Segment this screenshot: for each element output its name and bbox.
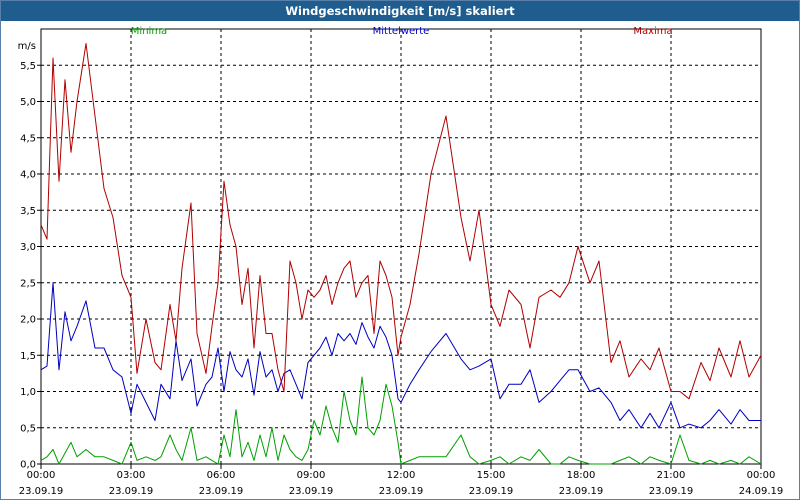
x-tick-date-label: 23.09.19 bbox=[289, 486, 334, 497]
x-tick-time-label: 00:00 bbox=[27, 470, 56, 481]
chart-window: Windgeschwindigkeit [m/s] skaliert 0,0 0,… bbox=[0, 0, 800, 500]
y-tick-label: 3,5 bbox=[20, 206, 36, 217]
y-tick-label: 3,0 bbox=[20, 242, 36, 253]
y-tick-label: 2,5 bbox=[20, 278, 36, 289]
legend-minima: Minima bbox=[131, 26, 167, 37]
y-tick-label: 1,5 bbox=[20, 351, 36, 362]
legend-mittelwerte: Mittelwerte bbox=[373, 26, 430, 37]
x-tick-date-label: 23.09.19 bbox=[109, 486, 154, 497]
y-tick-label: 0,5 bbox=[20, 423, 36, 434]
x-tick-time-label: 09:00 bbox=[297, 470, 326, 481]
y-tick-label: 4,0 bbox=[20, 170, 36, 181]
x-tick-time-label: 12:00 bbox=[387, 470, 416, 481]
x-tick-date-label: 24.09.19 bbox=[739, 486, 784, 497]
x-tick-time-label: 15:00 bbox=[477, 470, 506, 481]
y-tick-label: 1,0 bbox=[20, 387, 36, 398]
x-tick-time-label: 18:00 bbox=[567, 470, 596, 481]
x-tick-date-label: 23.09.19 bbox=[649, 486, 694, 497]
y-tick-label: 5,0 bbox=[20, 97, 36, 108]
chart-plot: 0,0 0,5 1,0 1,5 2,0 2,5 3,0 3,5 4,0 4,5 5,0 5,5 m/s 0… bbox=[18, 26, 784, 497]
y-tick-label: 5,5 bbox=[20, 61, 36, 72]
x-tick-time-label: 21:00 bbox=[657, 470, 686, 481]
x-tick-time-label: 03:00 bbox=[117, 470, 146, 481]
x-tick-date-label: 23.09.19 bbox=[199, 486, 244, 497]
x-tick-date-label: 23.09.19 bbox=[379, 486, 424, 497]
y-tick-label: 2,0 bbox=[20, 315, 36, 326]
x-tick-date-label: 23.09.19 bbox=[469, 486, 514, 497]
legend-maxima: Maxima bbox=[633, 26, 672, 37]
x-tick-time-label: 06:00 bbox=[207, 470, 236, 481]
y-axis-label: m/s bbox=[18, 41, 36, 52]
x-tick-date-label: 23.09.19 bbox=[559, 486, 604, 497]
y-tick-label: 4,5 bbox=[20, 133, 36, 144]
x-tick-date-label: 23.09.19 bbox=[19, 486, 64, 497]
chart-title: Windgeschwindigkeit [m/s] skaliert bbox=[1, 1, 799, 21]
y-tick-label: 0,0 bbox=[20, 460, 36, 471]
x-tick-time-label: 00:00 bbox=[747, 470, 776, 481]
